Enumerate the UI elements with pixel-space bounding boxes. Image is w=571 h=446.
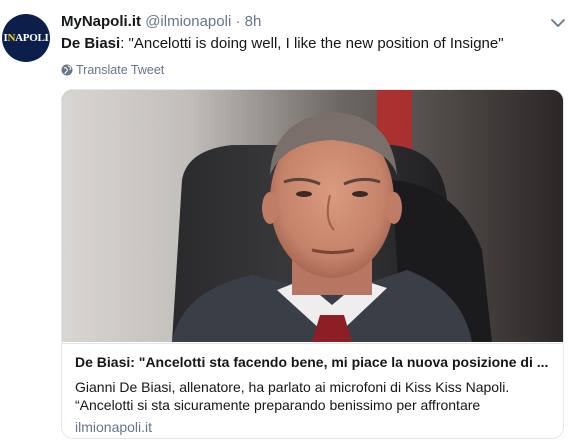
- author-name-rest[interactable]: Napoli.it: [82, 13, 141, 30]
- card-domain[interactable]: ilmionapoli.it: [75, 419, 152, 435]
- avatar[interactable]: INAPOLI: [2, 14, 50, 62]
- translate-tweet-link[interactable]: Translate Tweet: [61, 63, 164, 77]
- card-description: Gianni De Biasi, allenatore, ha parlato …: [75, 378, 555, 414]
- tweet-speaker: De Biasi: [61, 35, 121, 52]
- author-name-bold[interactable]: My: [61, 13, 82, 30]
- author-handle[interactable]: @ilmionapoli: [145, 13, 231, 30]
- tweet-text: De Biasi: "Ancelotti is doing well, I li…: [61, 35, 504, 52]
- card-body[interactable]: De Biasi: "Ancelotti sta facendo bene, m…: [62, 343, 563, 438]
- link-card[interactable]: De Biasi: "Ancelotti sta facendo bene, m…: [61, 89, 564, 439]
- card-description-line-1: Gianni De Biasi, allenatore, ha parlato …: [75, 379, 510, 395]
- card-description-line-2: “Ancelotti si sta sicuramente preparando…: [75, 397, 481, 413]
- header-separator: ·: [235, 13, 241, 30]
- avatar-logo-text: INAPOLI: [3, 32, 49, 44]
- tweet-time[interactable]: 8h: [245, 13, 262, 30]
- card-title[interactable]: De Biasi: "Ancelotti sta facendo bene, m…: [75, 354, 555, 370]
- chevron-down-icon[interactable]: [548, 14, 568, 32]
- card-image[interactable]: [62, 90, 563, 342]
- tweet-header: MyNapoli.it @ilmionapoli · 8h: [61, 13, 261, 30]
- globe-icon: [61, 64, 73, 76]
- tweet-body: : "Ancelotti is doing well, I like the n…: [120, 35, 504, 52]
- translate-tweet-label: Translate Tweet: [76, 63, 165, 77]
